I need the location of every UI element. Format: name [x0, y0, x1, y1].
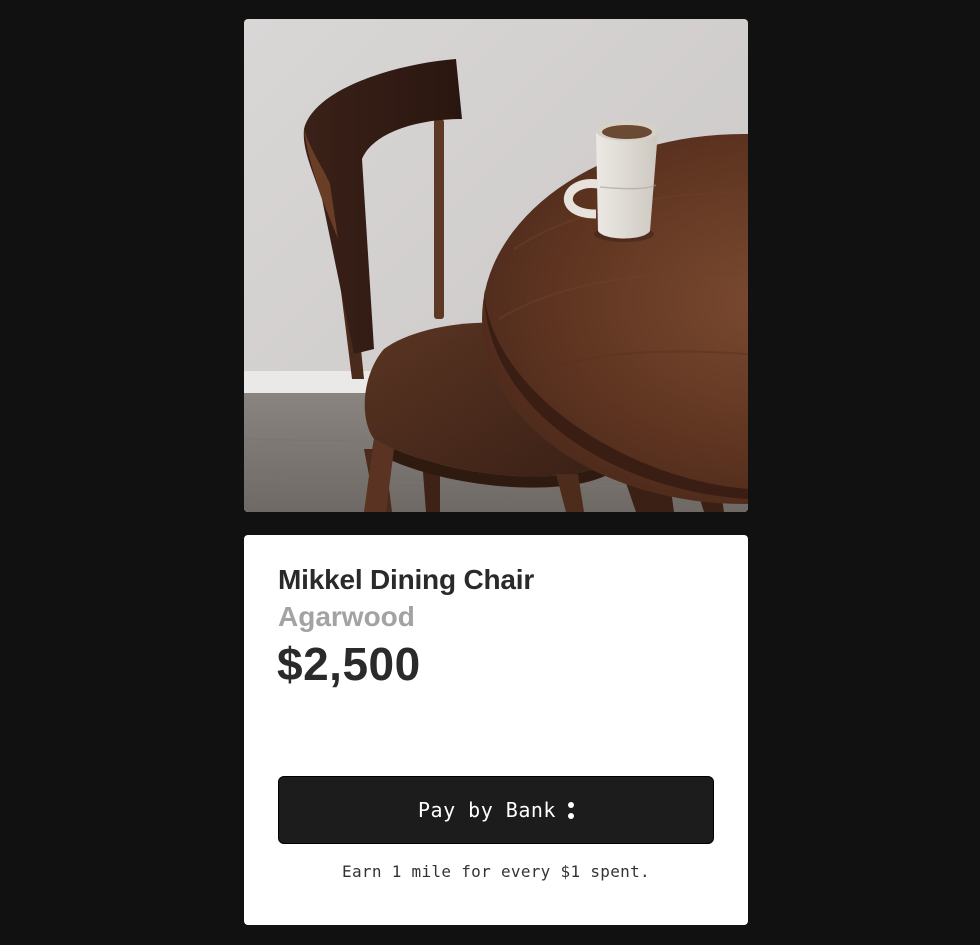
product-price: $2,500 [277, 638, 421, 690]
rewards-note: Earn 1 mile for every $1 spent. [342, 862, 650, 881]
product-name: Mikkel Dining Chair [278, 564, 535, 595]
product-card: Mikkel Dining Chair Agarwood $2,500 Pay … [244, 535, 748, 925]
pay-by-bank-button[interactable]: Pay by Bank [278, 776, 714, 844]
product-image [244, 19, 748, 512]
pay-button-label: Pay by Bank [418, 798, 556, 822]
dots-icon [567, 801, 574, 819]
checkout-page: Mikkel Dining Chair Agarwood $2,500 Pay … [0, 0, 980, 945]
product-variant: Agarwood [278, 601, 415, 632]
